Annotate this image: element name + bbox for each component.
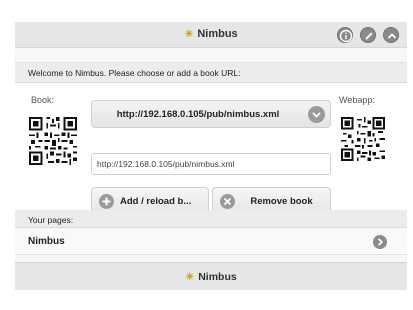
info-button[interactable] bbox=[337, 27, 353, 43]
edit-button[interactable] bbox=[360, 27, 376, 43]
book-panel: Welcome to Nimbus. Please choose or add … bbox=[15, 62, 407, 227]
chevron-down-icon bbox=[308, 106, 325, 123]
page-item-label: Nimbus bbox=[28, 236, 65, 247]
chevron-right-icon bbox=[373, 235, 387, 249]
webapp-label: Webapp: bbox=[339, 95, 375, 105]
your-pages-header: Your pages: bbox=[15, 210, 407, 228]
info-icon bbox=[339, 29, 353, 43]
webapp-qr-code-icon bbox=[341, 117, 385, 161]
list-item[interactable]: Nimbus bbox=[15, 228, 407, 255]
close-icon bbox=[220, 194, 235, 209]
remove-book-label: Remove book bbox=[250, 196, 313, 207]
edit-icon bbox=[365, 32, 373, 40]
welcome-message: Welcome to Nimbus. Please choose or add … bbox=[15, 63, 407, 83]
chevron-up-icon bbox=[387, 33, 397, 39]
book-url-input[interactable] bbox=[91, 153, 331, 175]
book-label: Book: bbox=[31, 95, 55, 105]
plus-icon bbox=[99, 194, 114, 209]
sun-icon: ☀ bbox=[184, 29, 194, 40]
footer-title: ☀ Nimbus bbox=[15, 271, 407, 283]
add-reload-book-label: Add / reload b... bbox=[120, 196, 192, 207]
book-url-select[interactable]: http://192.168.0.105/pub/nimbus.xml bbox=[91, 100, 331, 128]
footer-title-text: Nimbus bbox=[198, 271, 237, 283]
app-title-text: Nimbus bbox=[197, 28, 238, 40]
nimbus-app: ☀ Nimbus Welcome to Nimbus. Please choose… bbox=[15, 22, 407, 290]
book-url-select-value: http://192.168.0.105/pub/nimbus.xml bbox=[116, 109, 280, 120]
book-qr-code-icon bbox=[29, 117, 77, 165]
sun-icon: ☀ bbox=[185, 272, 195, 283]
scroll-up-button[interactable] bbox=[383, 27, 399, 43]
top-toolbar: ☀ Nimbus bbox=[15, 22, 407, 48]
bottom-toolbar: ☀ Nimbus bbox=[15, 262, 407, 290]
